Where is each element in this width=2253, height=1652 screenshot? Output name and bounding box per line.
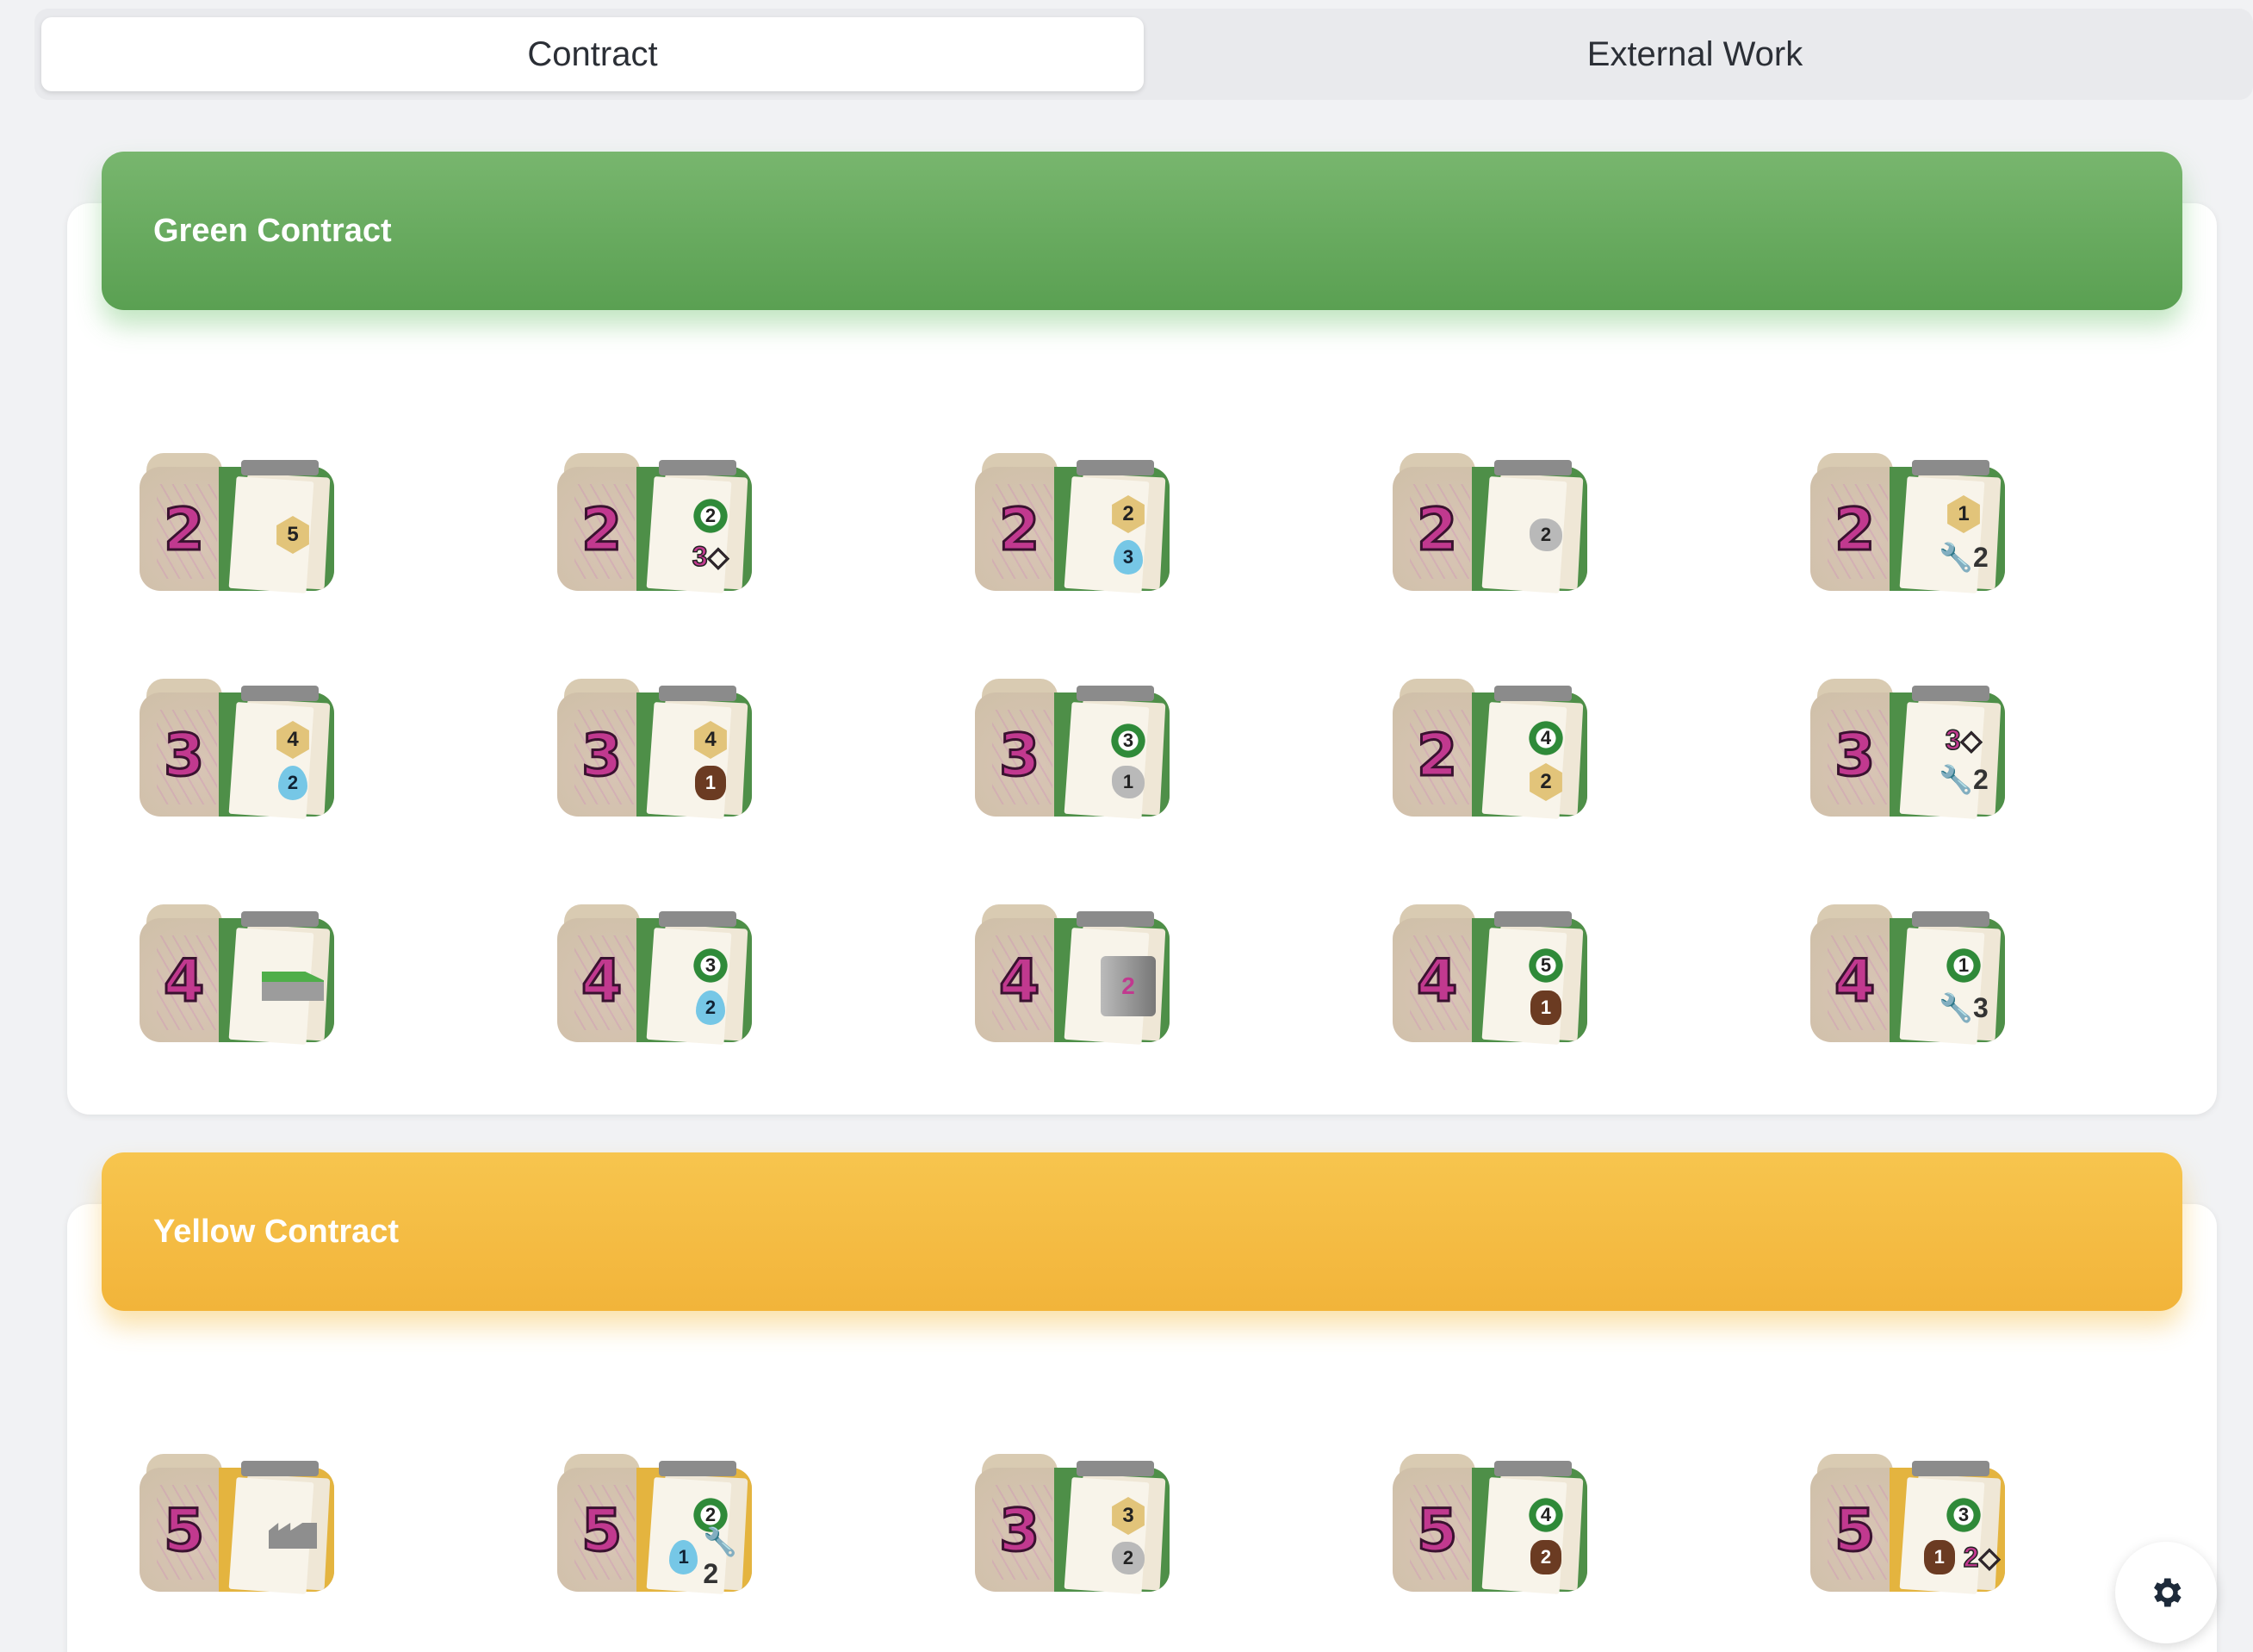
wrench-icon: 🔧2 <box>1939 542 1989 573</box>
contract-tile[interactable]: 4 1 🔧3 <box>1810 904 2005 1045</box>
contract-points: 4 <box>162 947 205 1017</box>
stone-icon: 1 <box>1112 766 1145 798</box>
wreath-icon: 1 <box>1944 947 1983 984</box>
hex-icon: 5 <box>276 516 309 554</box>
contract-tile[interactable]: 3 3 2 <box>975 1454 1170 1594</box>
wreath-icon: 3 <box>1108 723 1148 759</box>
contract-tile[interactable]: 4 <box>140 904 334 1045</box>
contract-tile[interactable]: 3 3 1 <box>975 679 1170 819</box>
contract-points: 2 <box>162 495 205 566</box>
silo-icon: 2 <box>1101 956 1156 1016</box>
contract-tile[interactable]: 2 2 3 <box>975 453 1170 593</box>
contract-points: 5 <box>162 1496 205 1567</box>
arrow-icon: 3◇ <box>1945 724 1983 756</box>
contract-tile[interactable]: 5 4 2 <box>1393 1454 1587 1594</box>
arrow-icon: 3◇ <box>692 540 729 573</box>
contract-tile[interactable]: 4 5 1 <box>1393 904 1587 1045</box>
tab-bar: Contract External Work <box>34 9 2253 100</box>
contract-points: 4 <box>1833 947 1876 1017</box>
contract-tile[interactable]: 22 <box>1393 453 1587 593</box>
wreath-icon: 2 <box>691 498 730 534</box>
contract-points: 3 <box>997 721 1040 792</box>
wreath-icon: 3 <box>691 947 730 984</box>
contract-points: 3 <box>162 721 205 792</box>
hex-icon: 2 <box>1112 495 1145 533</box>
yellow-contract-title: Yellow Contract <box>153 1213 400 1250</box>
stone-icon: 2 <box>1530 519 1562 551</box>
contract-points: 2 <box>580 495 623 566</box>
contract-points: 4 <box>1415 947 1458 1017</box>
arrow-icon: 2◇ <box>1963 1541 2001 1574</box>
contract-points: 2 <box>1415 495 1458 566</box>
wood-icon: 1 <box>1923 1540 1955 1574</box>
wreath-icon: 3 <box>1944 1497 1983 1533</box>
wrench-icon: 🔧2 <box>703 1525 738 1589</box>
yellow-contract-header: Yellow Contract <box>102 1152 2182 1311</box>
contract-points: 2 <box>1415 721 1458 792</box>
contract-points: 5 <box>1833 1496 1876 1567</box>
contract-tile[interactable]: 42 <box>975 904 1170 1045</box>
green-contract-grid: 2 5 2 2 3◇ 2 2 3 2 2 2 1 🔧2 3 4 2 3 4 1 3 3 1 2 4 2 3 3◇ 🔧2 4 4 3 2 4 2 4 5… <box>140 453 2228 1045</box>
factory-icon <box>269 1523 317 1549</box>
drop-icon: 3 <box>1114 540 1143 574</box>
drop-icon: 2 <box>696 991 725 1025</box>
wood-icon: 2 <box>1530 1540 1561 1574</box>
wreath-icon: 4 <box>1526 720 1566 756</box>
drop-icon: 1 <box>669 1540 698 1574</box>
contract-points: 2 <box>997 495 1040 566</box>
hex-icon: 2 <box>1530 763 1562 801</box>
green-contract-header: Green Contract <box>102 152 2182 310</box>
contract-points: 2 <box>1833 495 1876 566</box>
contract-points: 5 <box>580 1496 623 1567</box>
contract-tile[interactable]: 2 1 🔧2 <box>1810 453 2005 593</box>
contract-points: 5 <box>1415 1496 1458 1567</box>
contract-tile[interactable]: 5 <box>140 1454 334 1594</box>
contract-tile[interactable]: 3 4 2 <box>140 679 334 819</box>
contract-points: 3 <box>1833 721 1876 792</box>
contract-points: 4 <box>580 947 623 1017</box>
contract-points: 3 <box>580 721 623 792</box>
stone-icon: 2 <box>1112 1542 1145 1574</box>
contract-tile[interactable]: 2 4 2 <box>1393 679 1587 819</box>
contract-points: 4 <box>997 947 1040 1017</box>
contract-tile[interactable]: 25 <box>140 453 334 593</box>
hex-icon: 4 <box>276 721 309 759</box>
contract-tile[interactable]: 5 3 1 2◇ <box>1810 1454 2005 1594</box>
yellow-contract-grid: 5 5 2 1 🔧2 3 3 2 5 4 2 5 3 1 2◇ <box>140 1454 2228 1594</box>
settings-button[interactable] <box>2115 1542 2217 1643</box>
contract-tile[interactable]: 2 2 3◇ <box>557 453 752 593</box>
wood-icon: 1 <box>1530 991 1561 1025</box>
contract-tile[interactable]: 4 3 2 <box>557 904 752 1045</box>
contract-tile[interactable]: 3 4 1 <box>557 679 752 819</box>
gear-icon <box>2154 1578 2182 1607</box>
drop-icon: 2 <box>278 766 307 800</box>
hex-icon: 1 <box>1947 495 1980 533</box>
tab-contract[interactable]: Contract <box>41 17 1144 91</box>
hex-icon: 3 <box>1112 1497 1145 1535</box>
wood-icon: 1 <box>695 766 726 800</box>
wreath-icon: 5 <box>1526 947 1566 984</box>
green-contract-title: Green Contract <box>153 212 392 249</box>
tab-external-work[interactable]: External Work <box>1144 17 2246 91</box>
wrench-icon: 🔧3 <box>1939 992 1989 1023</box>
hex-icon: 4 <box>694 721 727 759</box>
contract-points: 3 <box>997 1496 1040 1567</box>
wreath-icon: 4 <box>1526 1497 1566 1533</box>
contract-tile[interactable]: 3 3◇ 🔧2 <box>1810 679 2005 819</box>
wrench-icon: 🔧2 <box>1939 764 1989 795</box>
wall-icon <box>262 972 324 1001</box>
contract-tile[interactable]: 5 2 1 🔧2 <box>557 1454 752 1594</box>
